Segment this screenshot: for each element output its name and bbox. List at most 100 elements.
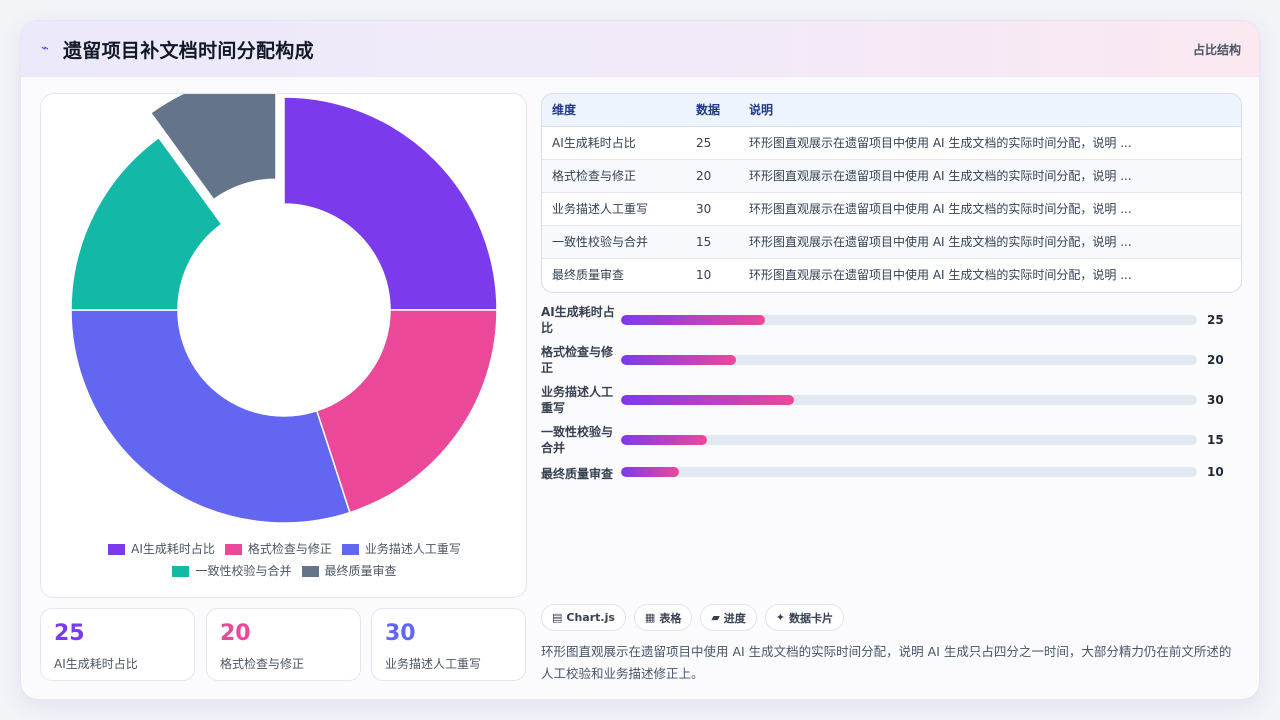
- feature-chips: ▤ Chart.js ▦ 表格 ▰ 进度 ✦ 数据卡片: [541, 604, 845, 631]
- legend-item[interactable]: 最终质量审查: [301, 560, 397, 582]
- progress-track: [621, 395, 1197, 405]
- legend-label: 一致性校验与合并: [195, 564, 292, 578]
- table-cell: 业务描述人工重写: [542, 192, 686, 226]
- progress-label: 一致性校验与合并: [541, 425, 614, 455]
- progress-label: AI生成耗时占比: [541, 305, 615, 335]
- chip-progress[interactable]: ▰ 进度: [700, 604, 757, 631]
- stat-label: AI生成耗时占比: [54, 657, 138, 671]
- dashboard-card: ⌁ 遗留项目补文档时间分配构成 占比结构 AI生成耗时占比 格式检查与修正 业务描述…: [20, 20, 1260, 700]
- progress-row: 最终质量审查 10: [541, 464, 1241, 498]
- table-row: AI生成耗时占比 25 环形图直观展示在遗留项目中使用 AI 生成文档的实际时间…: [542, 126, 1241, 160]
- stat-card-ai: 25 AI生成耗时占比: [40, 608, 195, 681]
- table-cell: 25: [686, 126, 739, 160]
- chip-label: 数据卡片: [789, 611, 834, 625]
- legend-swatch: [172, 565, 190, 577]
- progress-value: 30: [1207, 393, 1224, 407]
- legend-item[interactable]: 格式检查与修正: [224, 538, 332, 560]
- progress-row: 格式检查与修正 20: [541, 344, 1241, 378]
- table-header-row: 维度 数据 说明: [542, 94, 1241, 127]
- stat-value: 25: [54, 621, 85, 646]
- legend-label: 业务描述人工重写: [364, 542, 461, 556]
- progress-track: [621, 467, 1197, 477]
- donut-slice[interactable]: [315, 309, 498, 514]
- table-cell: 15: [686, 225, 739, 259]
- stat-value: 30: [385, 621, 416, 646]
- header-tag: 占比结构: [1192, 43, 1241, 57]
- table-cell: 环形图直观展示在遗留项目中使用 AI 生成文档的实际时间分配，说明 ...: [739, 159, 1241, 193]
- table-cell: AI生成耗时占比: [542, 126, 686, 160]
- legend-label: AI生成耗时占比: [131, 542, 215, 556]
- logo-icon: ⌁: [41, 41, 49, 56]
- table-cell: 30: [686, 192, 739, 226]
- table-row: 最终质量审查 10 环形图直观展示在遗留项目中使用 AI 生成文档的实际时间分配…: [542, 258, 1241, 291]
- progress-icon: ▰: [711, 611, 720, 624]
- table-cell: 环形图直观展示在遗留项目中使用 AI 生成文档的实际时间分配，说明 ...: [739, 192, 1241, 226]
- header-bar: ⌁ 遗留项目补文档时间分配构成 占比结构: [21, 21, 1259, 77]
- progress-fill: [621, 315, 765, 325]
- legend-item[interactable]: 一致性校验与合并: [172, 560, 292, 582]
- table-cell: 环形图直观展示在遗留项目中使用 AI 生成文档的实际时间分配，说明 ...: [749, 268, 1132, 283]
- legend-swatch: [341, 543, 359, 555]
- table-header-value: 数据: [686, 94, 739, 127]
- table-row: 格式检查与修正 20 环形图直观展示在遗留项目中使用 AI 生成文档的实际时间分…: [542, 159, 1241, 193]
- legend-item[interactable]: 业务描述人工重写: [341, 538, 461, 560]
- progress-label: 格式检查与修正: [541, 345, 614, 375]
- progress-fill: [621, 467, 679, 477]
- chart-description: 环形图直观展示在遗留项目中使用 AI 生成文档的实际时间分配，说明 AI 生成只…: [541, 644, 1232, 681]
- progress-row: AI生成耗时占比 25: [541, 304, 1241, 338]
- progress-value: 15: [1207, 433, 1224, 447]
- donut-slice[interactable]: [283, 96, 498, 311]
- sparkle-icon: ✦: [775, 611, 786, 624]
- chip-chartjs[interactable]: ▤ Chart.js: [541, 604, 626, 631]
- stat-value: 20: [220, 621, 251, 646]
- progress-fill: [621, 435, 708, 445]
- legend-label: 最终质量审查: [324, 564, 397, 578]
- stat-card-rewrite: 30 业务描述人工重写: [371, 608, 526, 681]
- stat-label: 业务描述人工重写: [385, 657, 482, 671]
- table-header-description: 说明: [739, 94, 1241, 127]
- table-row: 业务描述人工重写 30 环形图直观展示在遗留项目中使用 AI 生成文档的实际时间…: [542, 192, 1241, 226]
- chart-legend: AI生成耗时占比 格式检查与修正 业务描述人工重写一致性校验与合并 最终质量审查: [41, 538, 528, 582]
- progress-track: [621, 315, 1197, 325]
- stat-label: 格式检查与修正: [220, 657, 305, 671]
- chip-data-card[interactable]: ✦ 数据卡片: [764, 604, 845, 631]
- chip-table[interactable]: ▦ 表格: [633, 604, 693, 631]
- chart-icon: ▤: [552, 611, 563, 624]
- data-table: 维度 数据 说明 AI生成耗时占比 25 环形图直观展示在遗留项目中使用 AI …: [541, 93, 1242, 293]
- legend-row: 一致性校验与合并 最终质量审查: [41, 560, 528, 582]
- table-row: 一致性校验与合并 15 环形图直观展示在遗留项目中使用 AI 生成文档的实际时间…: [542, 225, 1241, 259]
- progress-fill: [621, 355, 737, 365]
- progress-row: 一致性校验与合并 15: [541, 424, 1241, 458]
- progress-value: 10: [1207, 465, 1224, 479]
- legend-item[interactable]: AI生成耗时占比: [108, 538, 215, 560]
- table-icon: ▦: [644, 611, 656, 624]
- table-cell: 环形图直观展示在遗留项目中使用 AI 生成文档的实际时间分配，说明 ...: [739, 126, 1241, 160]
- legend-row: AI生成耗时占比 格式检查与修正 业务描述人工重写: [41, 538, 528, 560]
- chip-label: 进度: [723, 611, 746, 625]
- chip-label: 表格: [659, 611, 682, 625]
- donut-chart: [70, 94, 498, 524]
- page-title: 遗留项目补文档时间分配构成: [63, 40, 314, 62]
- donut-chart-panel: AI生成耗时占比 格式检查与修正 业务描述人工重写一致性校验与合并 最终质量审查: [40, 93, 527, 598]
- donut-slice[interactable]: [70, 309, 351, 524]
- progress-label: 最终质量审查: [541, 467, 614, 481]
- table-cell: 10: [696, 267, 712, 282]
- table-header-dimension: 维度: [542, 94, 686, 127]
- table-cell: 20: [686, 159, 739, 193]
- table-cell: 格式检查与修正: [542, 159, 686, 193]
- chip-label: Chart.js: [566, 611, 615, 624]
- stat-card-format: 20 格式检查与修正: [206, 608, 361, 681]
- progress-fill: [621, 395, 794, 405]
- progress-row: 业务描述人工重写 30: [541, 384, 1241, 418]
- legend-swatch: [224, 543, 242, 555]
- progress-value: 20: [1207, 353, 1224, 367]
- progress-label: 业务描述人工重写: [541, 385, 614, 415]
- progress-track: [621, 435, 1197, 445]
- legend-swatch: [301, 565, 319, 577]
- table-cell: 最终质量审查: [552, 268, 625, 283]
- legend-swatch: [108, 543, 126, 555]
- progress-value: 25: [1207, 313, 1224, 327]
- progress-track: [621, 355, 1197, 365]
- table-cell: 一致性校验与合并: [542, 225, 686, 259]
- legend-label: 格式检查与修正: [247, 542, 332, 556]
